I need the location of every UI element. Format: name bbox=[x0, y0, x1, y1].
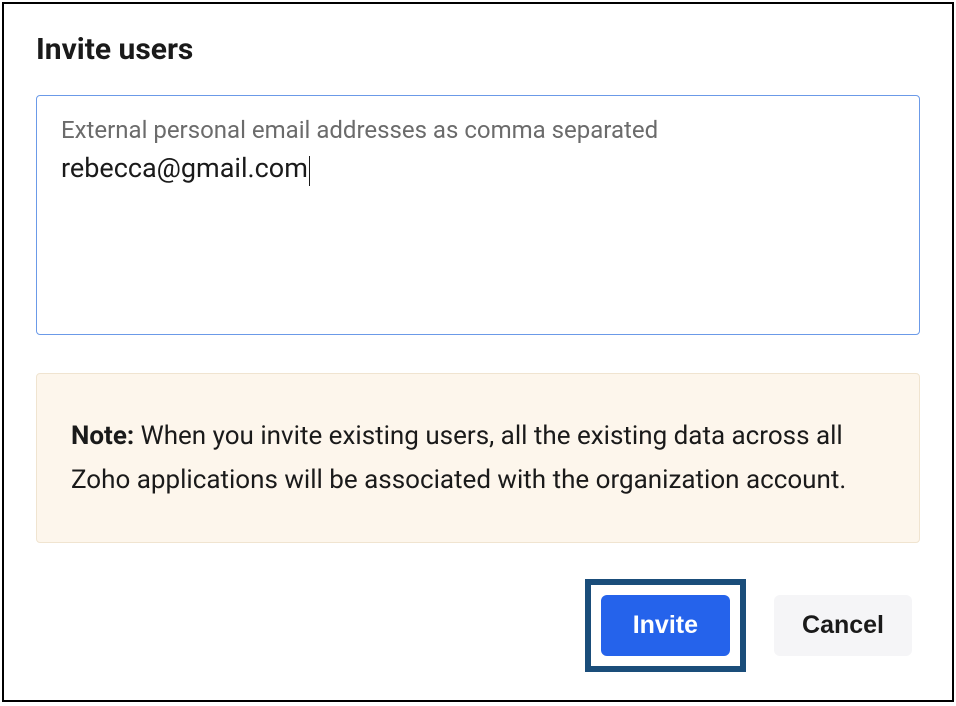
email-input-value-row: rebecca@gmail.com bbox=[61, 152, 895, 188]
cancel-button[interactable]: Cancel bbox=[774, 595, 912, 656]
invite-button-highlight: Invite bbox=[585, 579, 746, 672]
text-cursor bbox=[309, 156, 311, 186]
email-input-value: rebecca@gmail.com bbox=[61, 152, 308, 184]
note-text: Note: When you invite existing users, al… bbox=[71, 414, 885, 502]
email-input-box[interactable]: External personal email addresses as com… bbox=[36, 95, 920, 335]
note-body: When you invite existing users, all the … bbox=[71, 421, 846, 495]
note-prefix: Note: bbox=[71, 421, 134, 451]
invite-button[interactable]: Invite bbox=[601, 595, 730, 656]
dialog-title: Invite users bbox=[36, 32, 920, 67]
invite-users-dialog: Invite users External personal email add… bbox=[2, 2, 954, 702]
email-input-label: External personal email addresses as com… bbox=[61, 116, 895, 144]
button-row: Invite Cancel bbox=[36, 579, 920, 672]
note-box: Note: When you invite existing users, al… bbox=[36, 373, 920, 543]
